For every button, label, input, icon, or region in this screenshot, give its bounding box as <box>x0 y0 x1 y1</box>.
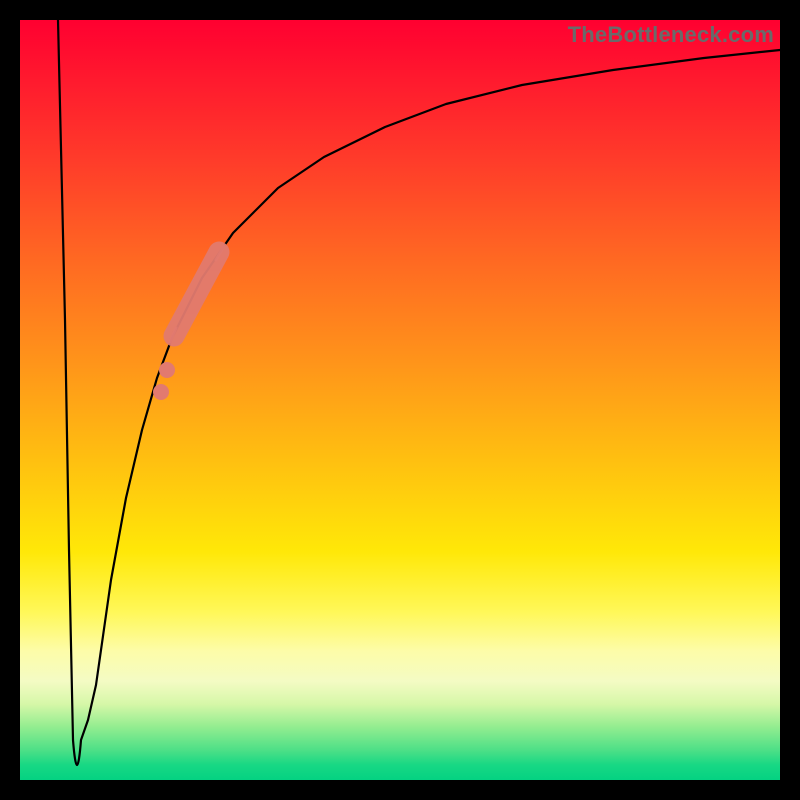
highlight-thick-segment <box>174 252 219 336</box>
plot-area: TheBottleneck.com <box>20 20 780 780</box>
chart-svg <box>20 20 780 780</box>
chart-frame: TheBottleneck.com <box>0 0 800 800</box>
highlight-dot-2 <box>153 384 169 400</box>
highlight-dot-1 <box>159 362 175 378</box>
